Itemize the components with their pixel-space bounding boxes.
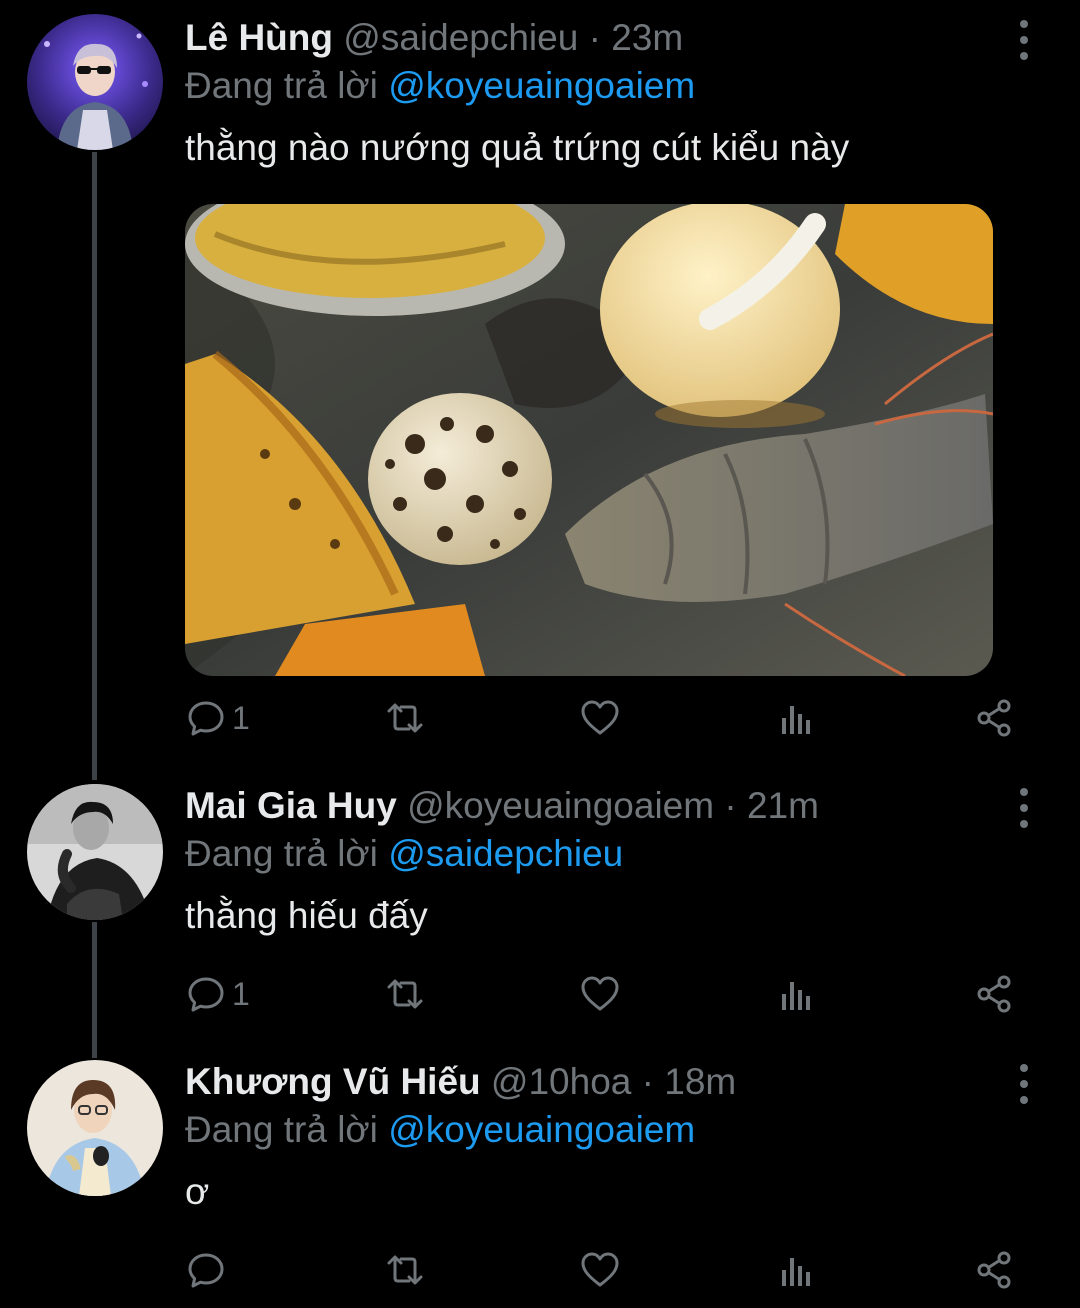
avatar[interactable]	[27, 14, 163, 150]
more-vertical-icon[interactable]	[1016, 1064, 1032, 1104]
share-button[interactable]	[974, 688, 1014, 748]
heart-icon	[581, 976, 619, 1011]
replying-to-handle[interactable]: @koyeuaingoaiem	[388, 1109, 695, 1150]
replying-to-handle[interactable]: @koyeuaingoaiem	[388, 65, 695, 106]
avatar[interactable]	[27, 784, 163, 920]
retweet-button[interactable]	[383, 1240, 427, 1300]
display-name[interactable]: Khương Vũ Hiếu	[185, 1061, 481, 1102]
retweet-button[interactable]	[383, 964, 427, 1024]
heart-icon	[581, 1252, 619, 1287]
timestamp[interactable]: 23m	[611, 17, 683, 58]
tweet-actions: 1	[0, 688, 1080, 748]
timestamp[interactable]: 21m	[747, 785, 819, 826]
separator-dot: ·	[641, 1061, 654, 1102]
user-handle[interactable]: @saidepchieu	[343, 17, 578, 58]
share-button[interactable]	[974, 1240, 1014, 1300]
replying-to: Đang trả lời @koyeuaingoaiem	[185, 1106, 695, 1154]
retweet-button[interactable]	[383, 688, 427, 748]
reply-count: 1	[232, 975, 250, 1012]
like-button[interactable]	[580, 1240, 620, 1300]
reply-icon	[188, 701, 224, 736]
user-handle[interactable]: @10hoa	[491, 1061, 631, 1102]
replying-to-label: Đang trả lời	[185, 833, 378, 874]
tweet-header: Khương Vũ Hiếu @10hoa · 18m	[185, 1058, 736, 1106]
reply-count: 1	[232, 699, 250, 736]
tweet-header: Mai Gia Huy @koyeuaingoaiem · 21m	[185, 782, 819, 830]
heart-icon	[581, 700, 619, 735]
tweet-photo[interactable]	[185, 204, 993, 676]
reply-thread: Lê Hùng @saidepchieu · 23m Đang trả lời …	[0, 0, 1080, 1308]
retweet-icon	[387, 979, 423, 1009]
more-vertical-icon[interactable]	[1016, 788, 1032, 828]
tweet-text: thằng hiếu đấy	[185, 895, 428, 936]
reply-button[interactable]: 1	[186, 964, 250, 1024]
replying-to-handle[interactable]: @saidepchieu	[388, 833, 623, 874]
more-vertical-icon[interactable]	[1016, 20, 1032, 60]
tweet-text: ơ	[185, 1171, 210, 1212]
tweet-text: thằng nào nướng quả trứng cút kiểu này	[185, 127, 850, 168]
display-name[interactable]: Mai Gia Huy	[185, 785, 397, 826]
timestamp[interactable]: 18m	[664, 1061, 736, 1102]
reply-button[interactable]	[186, 1240, 232, 1300]
separator-dot: ·	[724, 785, 737, 826]
reply-icon	[188, 977, 224, 1012]
replying-to: Đang trả lời @saidepchieu	[185, 830, 623, 878]
tweet-actions	[0, 1240, 1080, 1300]
tweet[interactable]: Mai Gia Huy @koyeuaingoaiem · 21m Đang t…	[0, 780, 1080, 1040]
share-icon	[977, 1251, 1011, 1289]
replying-to-label: Đang trả lời	[185, 1109, 378, 1150]
share-button[interactable]	[974, 964, 1014, 1024]
separator-dot: ·	[588, 17, 601, 58]
tweet[interactable]: Khương Vũ Hiếu @10hoa · 18m Đang trả lời…	[0, 1056, 1080, 1308]
tweet[interactable]: Lê Hùng @saidepchieu · 23m Đang trả lời …	[0, 0, 1080, 760]
share-icon	[977, 975, 1011, 1013]
reply-icon	[188, 1253, 224, 1288]
analytics-button[interactable]	[779, 1240, 815, 1300]
display-name[interactable]: Lê Hùng	[185, 17, 333, 58]
tweet-actions: 1	[0, 964, 1080, 1024]
retweet-icon	[387, 1255, 423, 1285]
avatar[interactable]	[27, 1060, 163, 1196]
share-icon	[977, 699, 1011, 737]
replying-to: Đang trả lời @koyeuaingoaiem	[185, 62, 695, 110]
retweet-icon	[387, 703, 423, 733]
like-button[interactable]	[580, 688, 620, 748]
reply-button[interactable]: 1	[186, 688, 250, 748]
like-button[interactable]	[580, 964, 620, 1024]
user-handle[interactable]: @koyeuaingoaiem	[407, 785, 714, 826]
analytics-button[interactable]	[779, 964, 815, 1024]
tweet-header: Lê Hùng @saidepchieu · 23m	[185, 14, 683, 62]
analytics-icon	[782, 982, 810, 1010]
analytics-button[interactable]	[779, 688, 815, 748]
analytics-icon	[782, 1258, 810, 1286]
analytics-icon	[782, 706, 810, 734]
replying-to-label: Đang trả lời	[185, 65, 378, 106]
